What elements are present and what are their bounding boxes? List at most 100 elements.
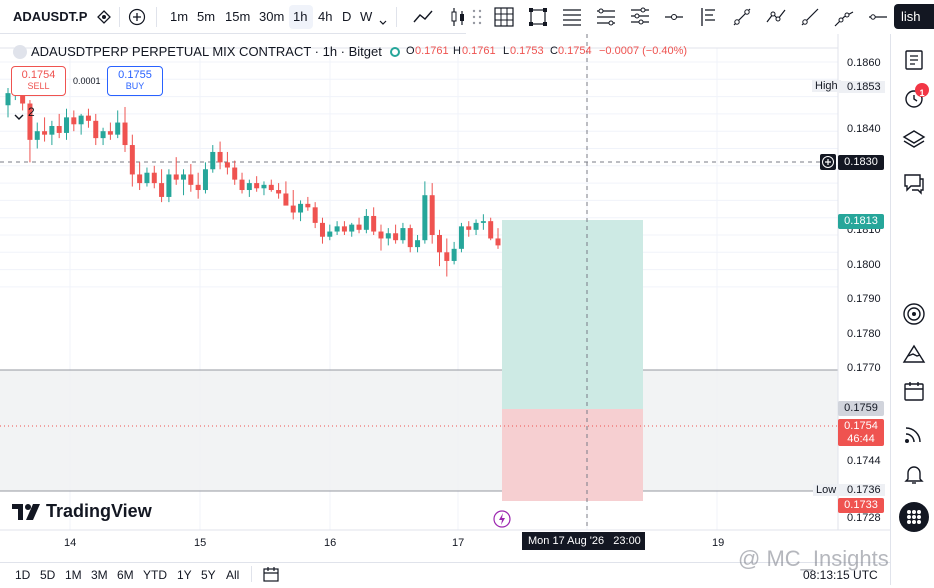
rectangle-tool-icon[interactable] xyxy=(527,6,549,33)
apps-grid-icon xyxy=(907,510,921,524)
tf-5m[interactable]: 5m xyxy=(197,9,215,24)
lightning-icon[interactable] xyxy=(493,510,511,533)
candle-body xyxy=(393,233,399,241)
legend-exchange-icon xyxy=(13,45,27,59)
candle-body xyxy=(144,172,150,184)
candle-body xyxy=(473,222,479,230)
range-1m[interactable]: 1M xyxy=(65,568,82,582)
chat-icon[interactable] xyxy=(902,171,926,195)
price-label: 0.1744 xyxy=(847,455,881,467)
candle-body xyxy=(181,174,187,180)
candle-body xyxy=(458,226,464,249)
buy-button[interactable]: 0.1755 BUY xyxy=(107,66,163,96)
flag-tool-icon[interactable] xyxy=(697,6,719,33)
tradingview-logo-icon xyxy=(12,504,40,520)
tf-30m[interactable]: 30m xyxy=(259,9,284,24)
watchlist-icon[interactable] xyxy=(902,48,926,72)
notification-badge: 1 xyxy=(915,83,929,98)
candle-body xyxy=(107,131,113,135)
tf-4h[interactable]: 4h xyxy=(318,9,332,24)
fib-retracement-icon[interactable] xyxy=(561,6,583,33)
right-sidebar: 1 xyxy=(890,34,934,585)
grid-tool-icon[interactable] xyxy=(493,6,515,33)
apps-menu-button[interactable] xyxy=(899,502,929,532)
extended-line-icon[interactable] xyxy=(833,6,855,33)
crosshair-time-tag: Mon 17 Aug '26 23:00 xyxy=(522,532,645,550)
fib-channel-icon[interactable] xyxy=(595,6,617,33)
high-marker-label: High xyxy=(812,80,841,92)
layers-icon[interactable] xyxy=(902,128,926,152)
price-label: 0.1790 xyxy=(847,293,881,305)
time-label: 14 xyxy=(64,537,77,549)
bar-countdown: 46:44 xyxy=(847,433,875,445)
indicator-count[interactable]: 2 xyxy=(28,105,35,119)
tf-d[interactable]: D xyxy=(342,9,351,24)
collapse-indicators-icon[interactable] xyxy=(14,108,24,126)
range-1y[interactable]: 1Y xyxy=(177,568,192,582)
timeframe-dropdown-icon[interactable] xyxy=(379,13,387,31)
line-chart-type-icon[interactable] xyxy=(412,7,434,32)
publish-button[interactable]: lish xyxy=(894,4,934,29)
mountains-icon[interactable] xyxy=(902,342,926,366)
candle-body xyxy=(334,226,340,232)
range-all[interactable]: All xyxy=(226,568,239,582)
range-3m[interactable]: 3M xyxy=(91,568,108,582)
candle-body xyxy=(195,184,201,191)
crosshair-time-label: Mon 17 Aug '26 23:00 xyxy=(528,535,641,547)
candle-body xyxy=(64,117,70,133)
high-price-label: 0.1853 xyxy=(839,81,885,93)
candle-body xyxy=(71,117,77,125)
time-label: 15 xyxy=(194,537,207,549)
candle-body xyxy=(129,145,135,175)
range-5d[interactable]: 5D xyxy=(40,568,55,582)
notification-count: 1 xyxy=(919,88,925,98)
range-ytd[interactable]: YTD xyxy=(143,568,167,582)
candle-body xyxy=(93,120,99,139)
candle-body xyxy=(151,172,157,184)
candle-body xyxy=(349,224,355,232)
candle-body xyxy=(422,195,428,241)
broadcast-icon[interactable] xyxy=(902,422,926,446)
candle-body xyxy=(122,122,128,146)
range-1d[interactable]: 1D xyxy=(15,568,30,582)
candle-body xyxy=(363,215,369,230)
bell-icon[interactable] xyxy=(902,462,926,486)
path-tool-icon[interactable] xyxy=(765,6,787,33)
add-symbol-icon[interactable] xyxy=(128,8,146,31)
horizontal-ray-icon[interactable] xyxy=(663,6,685,33)
candle-body xyxy=(495,238,501,246)
candle-body xyxy=(78,115,84,125)
price-label: 0.1728 xyxy=(847,512,881,524)
target-icon[interactable] xyxy=(902,302,926,326)
fib-levels-icon[interactable] xyxy=(629,6,651,33)
tf-1m[interactable]: 1m xyxy=(170,9,188,24)
range-6m[interactable]: 6M xyxy=(117,568,134,582)
candle-body xyxy=(34,131,40,140)
sell-price: 0.1754 xyxy=(21,69,56,81)
low-price-label: 0.1736 xyxy=(839,484,885,496)
range-5y[interactable]: 5Y xyxy=(201,568,216,582)
sell-button[interactable]: 0.1754 SELL xyxy=(11,66,66,96)
tf-15m[interactable]: 15m xyxy=(225,9,250,24)
candles-chart-type-icon[interactable] xyxy=(450,6,466,33)
drag-handle-icon[interactable] xyxy=(472,8,482,31)
compare-diamond-icon[interactable] xyxy=(96,9,112,30)
loss-zone xyxy=(502,409,643,501)
price-label: 0.1840 xyxy=(847,123,881,135)
calendar-icon[interactable] xyxy=(902,379,926,403)
candle-body xyxy=(268,184,274,191)
legend-title[interactable]: ADAUSDTPERP PERPETUAL MIX CONTRACT · 1h … xyxy=(31,44,382,59)
low-marker-label: Low xyxy=(813,484,840,496)
time-label: 17 xyxy=(452,537,465,549)
trend-line-icon[interactable] xyxy=(731,6,753,33)
candle-body xyxy=(466,226,472,230)
ray-tool-icon[interactable] xyxy=(799,6,821,33)
tf-1h[interactable]: 1h xyxy=(293,9,307,24)
candle-body xyxy=(290,205,296,213)
crosshair-add-icon[interactable] xyxy=(820,154,836,175)
price-label: 0.1860 xyxy=(847,57,881,69)
tf-w[interactable]: W xyxy=(360,9,372,24)
horizontal-line-icon[interactable] xyxy=(867,6,889,33)
legend-l-label: L xyxy=(503,45,510,57)
candle-body xyxy=(217,151,223,163)
